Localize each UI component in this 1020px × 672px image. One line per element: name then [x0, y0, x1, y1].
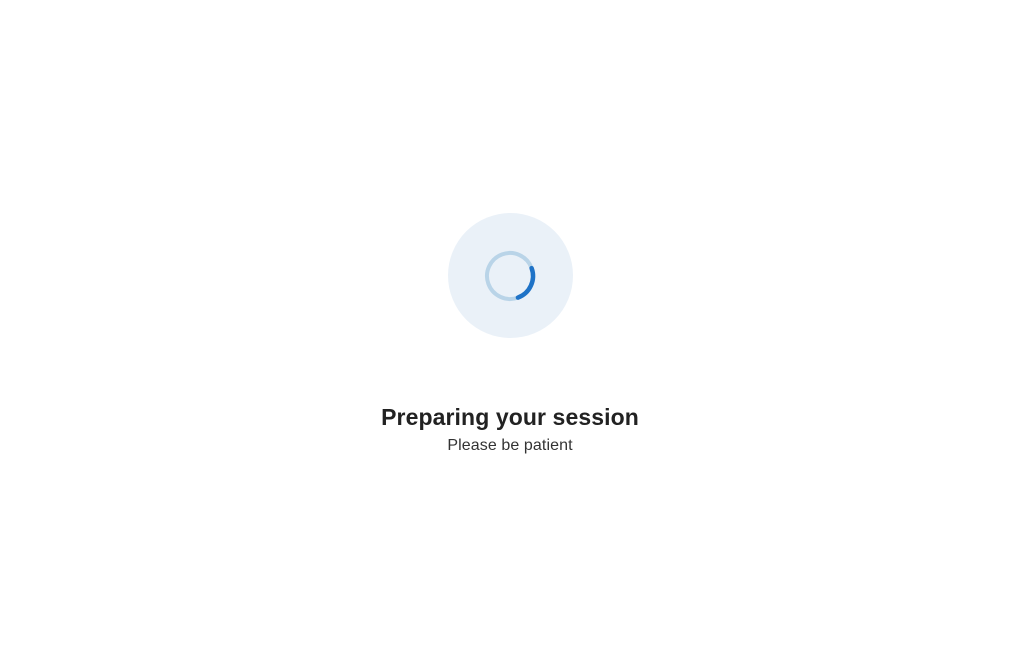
loading-title: Preparing your session: [381, 404, 639, 431]
loading-spinner-icon: [484, 250, 536, 302]
loading-spinner-container: [448, 213, 573, 338]
loading-subtitle: Please be patient: [447, 437, 572, 455]
